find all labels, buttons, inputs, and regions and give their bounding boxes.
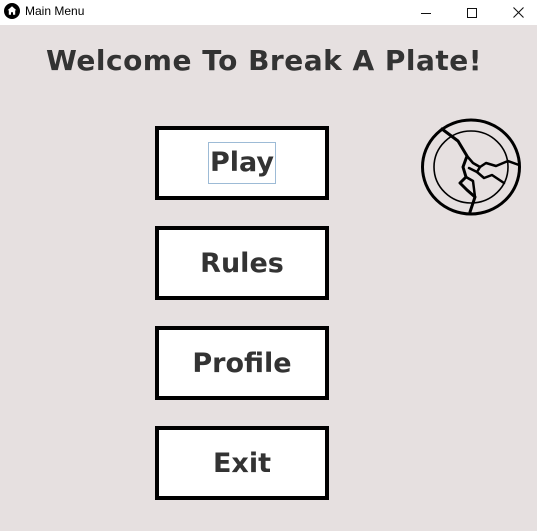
rules-button-label: Rules — [200, 247, 284, 279]
rules-button[interactable]: Rules — [155, 226, 329, 300]
exit-button[interactable]: Exit — [155, 426, 329, 500]
maximize-icon — [467, 7, 477, 18]
home-icon — [4, 3, 20, 19]
title-bar[interactable]: Main Menu — [0, 0, 537, 25]
main-menu-window: Main Menu Welcome To Break A Plate! Play… — [0, 0, 537, 531]
broken-plate-icon — [421, 118, 521, 216]
close-button[interactable] — [495, 0, 537, 25]
play-button-label: Play — [207, 142, 277, 184]
profile-button-label: Profile — [192, 347, 292, 379]
close-icon — [512, 7, 524, 18]
window-title: Main Menu — [25, 4, 85, 18]
minimize-button[interactable] — [403, 0, 449, 25]
minimize-icon — [421, 12, 431, 14]
maximize-button[interactable] — [449, 0, 495, 25]
exit-button-label: Exit — [212, 447, 272, 479]
welcome-heading: Welcome To Break A Plate! — [46, 44, 483, 77]
profile-button[interactable]: Profile — [155, 326, 329, 400]
play-button[interactable]: Play — [155, 126, 329, 200]
